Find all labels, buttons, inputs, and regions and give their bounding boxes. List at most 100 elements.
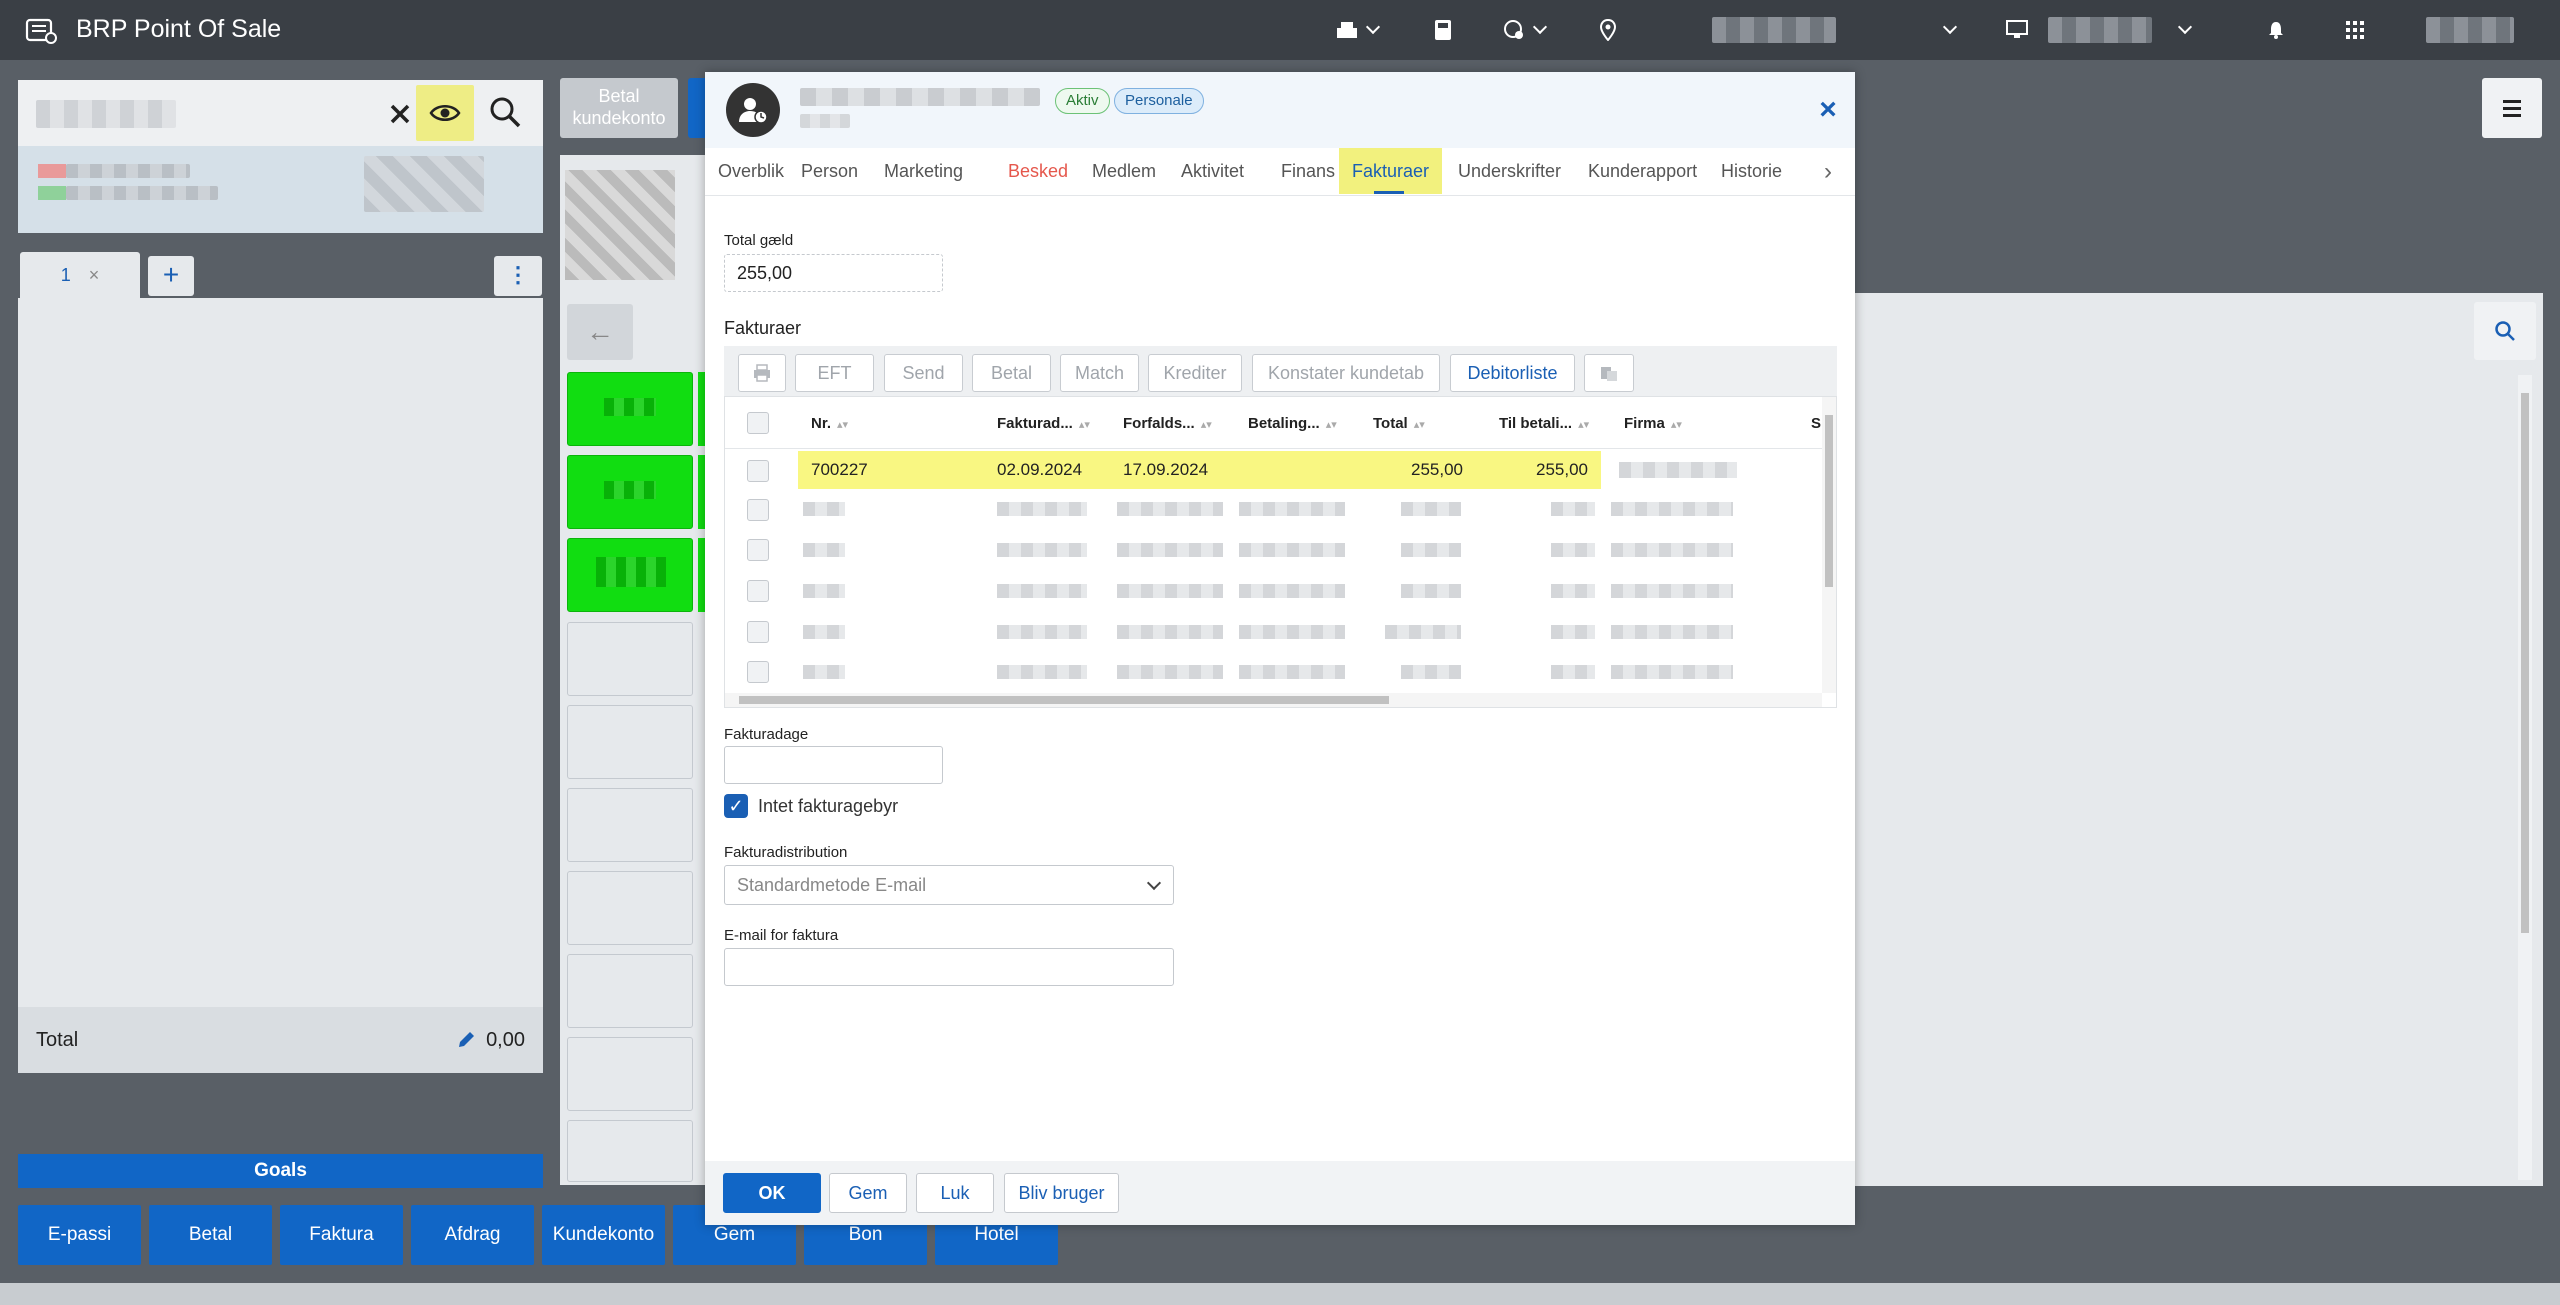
close-dialog-button[interactable]: × xyxy=(1812,94,1844,126)
user-menu[interactable] xyxy=(2426,16,2514,44)
scroll-thumb[interactable] xyxy=(1825,415,1833,587)
tab-finans[interactable]: Finans xyxy=(1268,148,1348,194)
language-menu[interactable] xyxy=(1503,16,1548,44)
user-name-redacted xyxy=(2426,17,2514,43)
row-checkbox[interactable] xyxy=(747,460,769,482)
empty-tile[interactable] xyxy=(567,871,693,945)
table-row[interactable] xyxy=(725,653,1822,693)
column-s[interactable]: S xyxy=(1811,415,1821,432)
register-menu[interactable] xyxy=(1336,16,1381,44)
select-all-checkbox[interactable] xyxy=(747,412,769,434)
column-nr[interactable]: Nr. ▴▾ xyxy=(811,415,848,432)
tab-person[interactable]: Person xyxy=(788,148,871,194)
column-invoice-date[interactable]: Fakturad... ▴▾ xyxy=(997,415,1090,432)
apps-button[interactable] xyxy=(2346,16,2364,44)
notifications-button[interactable] xyxy=(2268,16,2284,44)
grid-vertical-scrollbar[interactable] xyxy=(1822,397,1836,693)
empty-tile[interactable] xyxy=(567,622,693,696)
faktura-button[interactable]: Faktura xyxy=(280,1205,403,1265)
print-button[interactable] xyxy=(738,354,786,392)
table-row[interactable] xyxy=(725,531,1822,571)
ok-button[interactable]: OK xyxy=(723,1173,821,1213)
basket-tabs: 1 × + ⋮ xyxy=(18,250,543,298)
save-button[interactable]: Gem xyxy=(829,1173,907,1213)
product-tile[interactable] xyxy=(567,372,693,446)
eft-button[interactable]: EFT xyxy=(795,354,874,392)
back-button[interactable]: ← xyxy=(567,304,633,360)
right-scrollbar[interactable] xyxy=(2518,375,2532,1180)
main-menu-button[interactable] xyxy=(2482,78,2542,138)
tab-fakturaer[interactable]: Fakturaer xyxy=(1339,148,1443,194)
cell-redacted xyxy=(1401,584,1461,598)
calculator-button[interactable] xyxy=(1434,16,1452,44)
tab-medlem[interactable]: Medlem xyxy=(1079,148,1169,194)
column-to-pay[interactable]: Til betali... ▴▾ xyxy=(1499,415,1589,432)
distribution-select[interactable]: Standardmetode E-mail xyxy=(724,865,1174,905)
pencil-icon[interactable] xyxy=(456,1030,476,1050)
view-customer-button[interactable] xyxy=(416,85,474,141)
table-row[interactable] xyxy=(725,613,1822,653)
krediter-button[interactable]: Krediter xyxy=(1148,354,1242,392)
tabs-scroll-right-icon[interactable]: › xyxy=(1824,160,1844,184)
product-tile[interactable] xyxy=(567,455,693,529)
table-row[interactable] xyxy=(725,489,1822,529)
column-firma[interactable]: Firma ▴▾ xyxy=(1624,415,1682,432)
tab-kunderapport[interactable]: Kunderapport xyxy=(1575,148,1710,194)
tab-aktivitet[interactable]: Aktivitet xyxy=(1168,148,1257,194)
konstater-kundetab-button[interactable]: Konstater kundetab xyxy=(1252,354,1440,392)
location-button[interactable] xyxy=(1600,16,1616,44)
empty-tile[interactable] xyxy=(567,788,693,862)
match-button[interactable]: Match xyxy=(1060,354,1139,392)
row-checkbox[interactable] xyxy=(747,580,769,602)
row-checkbox[interactable] xyxy=(747,621,769,643)
become-user-button[interactable]: Bliv bruger xyxy=(1004,1173,1119,1213)
row-checkbox[interactable] xyxy=(747,499,769,521)
betal-button[interactable]: Betal xyxy=(149,1205,272,1265)
betal-kundekonto-button[interactable]: Betal kundekonto xyxy=(560,78,678,138)
column-payment[interactable]: Betaling... ▴▾ xyxy=(1248,415,1337,432)
terminal-selector[interactable] xyxy=(2006,16,2193,44)
column-total[interactable]: Total ▴▾ xyxy=(1373,415,1425,432)
location-dropdown[interactable] xyxy=(1935,16,1958,44)
export-button[interactable] xyxy=(1584,354,1634,392)
tab-besked[interactable]: Besked xyxy=(995,148,1081,194)
location-selector[interactable] xyxy=(1712,16,1836,44)
tab-marketing[interactable]: Marketing xyxy=(871,148,976,194)
goals-button[interactable]: Goals xyxy=(18,1154,543,1188)
product-tile[interactable] xyxy=(567,538,693,612)
search-input[interactable] xyxy=(36,100,176,128)
empty-tile[interactable] xyxy=(567,1120,693,1182)
send-button[interactable]: Send xyxy=(884,354,963,392)
tab-underskrifter[interactable]: Underskrifter xyxy=(1445,148,1574,194)
no-fee-option[interactable]: ✓ Intet fakturagebyr xyxy=(724,794,898,818)
row-checkbox[interactable] xyxy=(747,661,769,683)
scroll-thumb[interactable] xyxy=(739,696,1389,704)
table-row[interactable] xyxy=(725,572,1822,612)
close-button[interactable]: Luk xyxy=(916,1173,994,1213)
row-checkbox[interactable] xyxy=(747,539,769,561)
column-due-date[interactable]: Forfalds... ▴▾ xyxy=(1123,415,1212,432)
email-field[interactable] xyxy=(724,948,1174,986)
e-passi-button[interactable]: E-passi xyxy=(18,1205,141,1265)
customer-summary[interactable] xyxy=(18,146,543,233)
tab-overblik[interactable]: Overblik xyxy=(705,148,797,194)
afdrag-button[interactable]: Afdrag xyxy=(411,1205,534,1265)
empty-tile[interactable] xyxy=(567,954,693,1028)
betal-invoice-button[interactable]: Betal xyxy=(972,354,1051,392)
search-button[interactable] xyxy=(488,95,528,135)
check-icon[interactable]: ✓ xyxy=(724,794,748,818)
close-tab-icon[interactable]: × xyxy=(89,265,100,286)
right-search-button[interactable] xyxy=(2474,302,2536,360)
debitorliste-button[interactable]: Debitorliste xyxy=(1450,354,1575,392)
empty-tile[interactable] xyxy=(567,1037,693,1111)
empty-tile[interactable] xyxy=(567,705,693,779)
tab-historie[interactable]: Historie xyxy=(1708,148,1795,194)
scroll-thumb[interactable] xyxy=(2521,393,2529,933)
more-options-button[interactable]: ⋮ xyxy=(494,256,542,296)
add-basket-button[interactable]: + xyxy=(148,256,194,296)
invoice-days-field[interactable] xyxy=(724,746,943,784)
kundekonto-button[interactable]: Kundekonto xyxy=(542,1205,665,1265)
table-row[interactable]: 700227 02.09.2024 17.09.2024 255,00 255,… xyxy=(725,449,1822,489)
grid-horizontal-scrollbar[interactable] xyxy=(725,693,1822,707)
basket-tab-1[interactable]: 1 × xyxy=(20,252,140,298)
